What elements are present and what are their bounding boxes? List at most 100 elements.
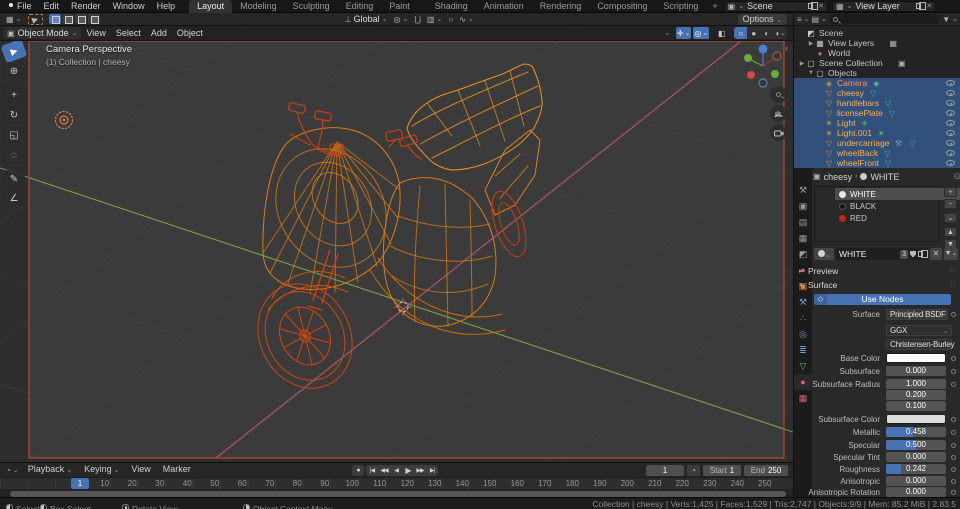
record-button[interactable]: ● — [352, 465, 364, 476]
add-workspace-button[interactable]: + — [706, 1, 723, 11]
breadcrumb-object[interactable]: cheesy — [824, 172, 853, 182]
view-layer-name[interactable]: View Layer — [855, 1, 913, 11]
expand-arrow-icon[interactable]: ▶ — [798, 60, 806, 67]
zoom-icon[interactable] — [770, 86, 787, 103]
menu-file[interactable]: File — [11, 0, 38, 13]
tool-cursor-button[interactable]: ⊕ — [3, 62, 25, 80]
animate-decorator-dot[interactable] — [951, 417, 956, 422]
shading-solid-icon[interactable]: ● — [747, 27, 760, 39]
menu-edit[interactable]: Edit — [38, 0, 66, 13]
tab-rendering[interactable]: Rendering — [532, 0, 590, 13]
scene-selector[interactable]: ▣⌄ Scene ✕ — [724, 1, 828, 12]
tab-modeling[interactable]: Modeling — [232, 0, 285, 13]
timeline-menu-view[interactable]: View — [125, 463, 156, 477]
play-reverse-button[interactable]: ◀ — [390, 465, 402, 476]
fake-user-shield-icon[interactable] — [910, 251, 916, 258]
outliner-item-label[interactable]: Objects — [828, 68, 857, 78]
filter-funnel-icon[interactable]: ▼ — [942, 15, 950, 24]
panel-surface[interactable]: Surface — [808, 280, 837, 290]
outliner-row-scene collection[interactable]: ▶▢Scene Collection▣ — [794, 58, 960, 68]
close-icon[interactable]: ✕ — [926, 2, 932, 10]
outliner-row-cheesy[interactable]: ▽cheesy▽ — [794, 88, 960, 98]
vector-field[interactable]: 0.100 — [886, 401, 946, 411]
view-layer-selector[interactable]: ▦⌄ View Layer ✕ — [832, 1, 936, 12]
outliner-row-wheelfront[interactable]: ▽wheelFront▽ — [794, 158, 960, 168]
playhead[interactable]: 1 — [71, 478, 89, 489]
outliner-row-view layers[interactable]: ▶▦View Layers▦ — [794, 38, 960, 48]
users-count-button[interactable]: 3 — [900, 250, 908, 259]
move-slot-up-button[interactable]: ▲ — [944, 227, 957, 237]
expand-arrow-icon[interactable]: ▼ — [807, 70, 815, 76]
new-material-icon[interactable] — [918, 251, 923, 257]
end-frame-field[interactable]: End250 — [744, 465, 788, 476]
shading-material-icon[interactable]: ◐ — [760, 27, 773, 39]
remove-slot-button[interactable]: − — [944, 199, 957, 209]
outliner-display-icon[interactable]: ≡ — [797, 15, 802, 24]
outliner-item-label[interactable]: Scene — [819, 28, 843, 38]
shading-rendered-icon[interactable]: ◑⌄ — [773, 27, 787, 39]
outliner-row-wheelback[interactable]: ▽wheelBack▽ — [794, 148, 960, 158]
surface-shader-menu[interactable]: Principled BSDF — [886, 309, 948, 320]
properties-tab-texture[interactable]: ▦ — [794, 390, 812, 406]
animate-decorator-dot[interactable] — [951, 382, 956, 387]
browse-material-icon[interactable]: ⌄ — [814, 248, 834, 260]
outliner-row-light[interactable]: ☀Light☀ — [794, 118, 960, 128]
timeline-ruler[interactable]: 1 10203040506070809010011012013014015016… — [0, 477, 793, 489]
menu-window[interactable]: Window — [107, 0, 151, 13]
viewport-canvas[interactable] — [0, 26, 793, 462]
panel-preview[interactable]: Preview — [808, 266, 838, 276]
close-icon[interactable]: ✕ — [818, 2, 824, 10]
viewport-menu-add[interactable]: Add — [146, 28, 172, 38]
timeline-menu-marker[interactable]: Marker — [157, 463, 197, 477]
hide-eye-icon[interactable] — [946, 110, 955, 116]
surface-arrow-icon[interactable]: ▾ — [799, 281, 803, 289]
slider-metallic[interactable]: 0.458 — [886, 427, 946, 437]
tab-shading[interactable]: Shading — [427, 0, 476, 13]
outliner-item-label[interactable]: World — [828, 48, 850, 58]
expand-arrow-icon[interactable]: ▶ — [807, 40, 815, 47]
animate-decorator-dot[interactable] — [951, 443, 956, 448]
sidebar-collapse-arrow[interactable]: ‹ — [785, 43, 788, 53]
menu-render[interactable]: Render — [65, 0, 107, 13]
material-slot-black[interactable]: BLACK — [835, 200, 960, 212]
scene-name[interactable]: Scene — [747, 1, 805, 11]
animate-decorator-dot[interactable] — [951, 490, 956, 495]
timeline-scrollbar[interactable] — [10, 491, 786, 497]
axis-gizmo[interactable] — [740, 42, 786, 88]
current-frame-field[interactable]: 1 — [646, 465, 684, 476]
object-visibility-dropdown[interactable]: ⌄ — [661, 27, 674, 39]
outliner-item-label[interactable]: Light.001 — [837, 128, 872, 138]
slider-specular-tint[interactable]: 0.000 — [886, 452, 946, 462]
filter-funnel-icon[interactable]: ▼⌄ — [944, 248, 958, 260]
outliner-item-label[interactable]: undercarriage — [837, 138, 889, 148]
animate-decorator-dot[interactable] — [951, 369, 956, 374]
tool-move-button[interactable]: + — [3, 86, 25, 104]
hide-eye-icon[interactable] — [946, 150, 955, 156]
outliner-row-scene[interactable]: ◩Scene — [794, 28, 960, 38]
tab-texture-paint[interactable]: Texture Paint — [381, 0, 427, 13]
tool-annotate-button[interactable]: ✎ — [3, 170, 25, 188]
timeline-editor-icon[interactable]: ◔⌄ — [3, 465, 22, 476]
render-icon[interactable]: ▦ — [888, 39, 898, 48]
shader-dropdown[interactable]: Christensen-Burley⌄ — [886, 339, 952, 350]
outliner-item-label[interactable]: wheelFront — [837, 158, 879, 168]
material-slot-list[interactable]: WHITEBLACKRED — [814, 186, 940, 242]
jump-to-start-button[interactable]: |◀ — [366, 465, 378, 476]
viewport-menu-object[interactable]: Object — [172, 28, 208, 38]
outliner-item-label[interactable]: View Layers — [828, 38, 874, 48]
properties-tab-physics[interactable]: ◎ — [794, 326, 812, 342]
tool-scale-button[interactable]: ◱ — [3, 126, 25, 144]
play-button[interactable]: ▶ — [402, 465, 414, 476]
search-input[interactable] — [829, 14, 940, 24]
outliner-item-label[interactable]: wheelBack — [837, 148, 878, 158]
falloff-dropdown[interactable]: ∿⌄ — [456, 14, 477, 25]
animate-decorator-dot[interactable] — [951, 479, 956, 484]
slider-anisotropic[interactable]: 0.000 — [886, 476, 946, 486]
hide-eye-icon[interactable] — [946, 130, 955, 136]
animate-decorator-dot[interactable] — [951, 467, 956, 472]
hide-eye-icon[interactable] — [946, 140, 955, 146]
use-nodes-button[interactable]: ◇ Use Nodes — [814, 294, 951, 305]
hide-eye-icon[interactable] — [946, 80, 955, 86]
properties-tab-modifiers[interactable]: ⚒ — [794, 294, 812, 310]
animate-decorator-dot[interactable] — [951, 430, 956, 435]
